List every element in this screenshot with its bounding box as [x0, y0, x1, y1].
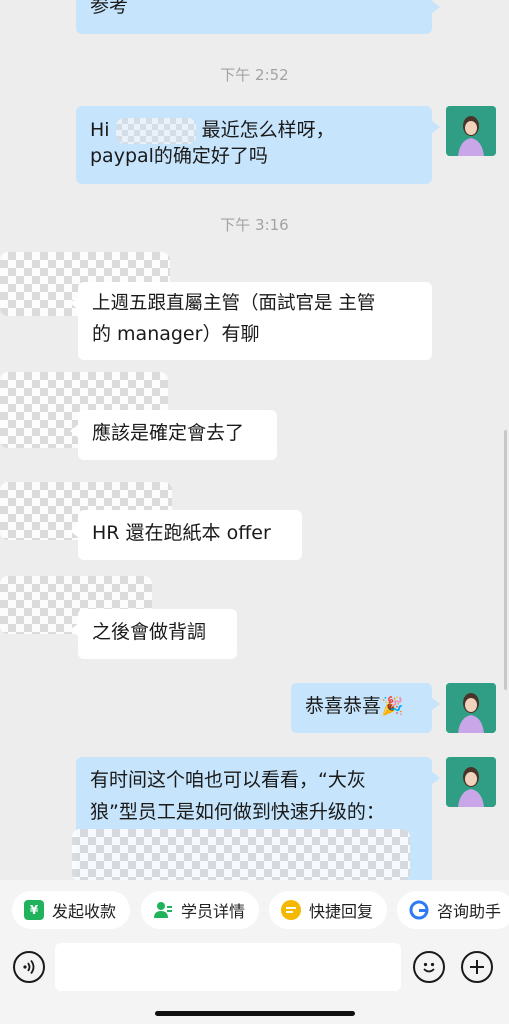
user-icon: [153, 900, 173, 920]
message-text: 狼”型员工是如何做到快速升级的：: [90, 801, 385, 823]
avatar-self[interactable]: [446, 757, 496, 807]
message-text: 参考: [90, 0, 129, 17]
message-bubble-other[interactable]: 應該是確定會去了: [70, 410, 277, 460]
message-bubble-self[interactable]: 有时间这个咱也可以看看，“大灰 狼”型员工是如何做到快速升级的：: [72, 757, 440, 880]
chip-label: 学员详情: [181, 902, 246, 921]
message-text: 有时间这个咱也可以看看，“大灰: [90, 769, 366, 791]
scrollbar[interactable]: [504, 430, 507, 690]
yuan-icon: ¥: [24, 900, 44, 920]
message-bubble-other[interactable]: 上週五跟直屬主管（面試官是 主管 的 manager）有聊: [70, 282, 432, 360]
message-text: 的 manager）有聊: [92, 323, 260, 345]
more-button[interactable]: [461, 951, 493, 983]
timestamp: 下午 2:52: [220, 66, 289, 84]
g-icon: [409, 900, 429, 920]
avatar-illustration-icon: [446, 683, 496, 733]
timestamp: 下午 3:16: [220, 216, 289, 234]
quick-action-quick-reply[interactable]: 快捷回复: [269, 891, 388, 929]
avatar-self[interactable]: [446, 106, 496, 156]
plus-icon: [470, 960, 484, 974]
message-text: 最近怎么样呀，: [201, 119, 335, 141]
redacted-link: [72, 829, 410, 880]
quick-action-consult-assistant[interactable]: 咨询助手: [397, 891, 509, 929]
chip-label: 咨询助手: [437, 902, 502, 921]
quick-action-collect-payment[interactable]: ¥ 发起收款: [12, 891, 131, 929]
quick-action-student-details[interactable]: 学员详情: [141, 891, 260, 929]
message-text: 恭喜恭喜: [305, 695, 382, 717]
avatar-self[interactable]: [446, 683, 496, 733]
message-text: 之後會做背調: [92, 621, 207, 643]
message-text: paypal的确定好了吗: [90, 145, 268, 167]
chip-label: 快捷回复: [309, 902, 374, 921]
message-bubble-self[interactable]: Hi 最近怎么样呀， paypal的确定好了吗: [76, 106, 440, 184]
home-indicator: [155, 1011, 355, 1016]
voice-button[interactable]: [13, 951, 45, 983]
message-text: 上週五跟直屬主管（面試官是 主管: [92, 293, 376, 314]
message-bubble-other[interactable]: 之後會做背調: [70, 609, 237, 659]
reply-icon: [281, 900, 301, 920]
message-bubble-self[interactable]: 恭喜恭喜🎉: [291, 683, 440, 733]
emoji-button[interactable]: [413, 951, 445, 983]
smiley-icon: [423, 962, 435, 973]
voice-icon: [23, 959, 35, 975]
chip-label: 发起收款: [52, 902, 117, 921]
message-bubble-other[interactable]: HR 還在跑紙本 offer: [70, 510, 302, 560]
message-text: HR 還在跑紙本 offer: [92, 522, 271, 544]
party-popper-icon: 🎉: [381, 696, 404, 717]
quick-actions-bar: ¥ 发起收款 学员详情 快捷回复 咨询助手: [0, 880, 509, 942]
message-text: 應該是確定會去了: [92, 422, 245, 444]
avatar-illustration-icon: [446, 106, 496, 156]
message-bubble-self[interactable]: 参考: [76, 0, 440, 34]
message-input[interactable]: [55, 943, 401, 991]
message-text: Hi: [90, 119, 110, 141]
chat-area[interactable]: 参考 下午 2:52 Hi 最近怎么样呀， paypal的确定好了吗 下午 3:1…: [0, 0, 509, 880]
avatar-illustration-icon: [446, 757, 496, 807]
